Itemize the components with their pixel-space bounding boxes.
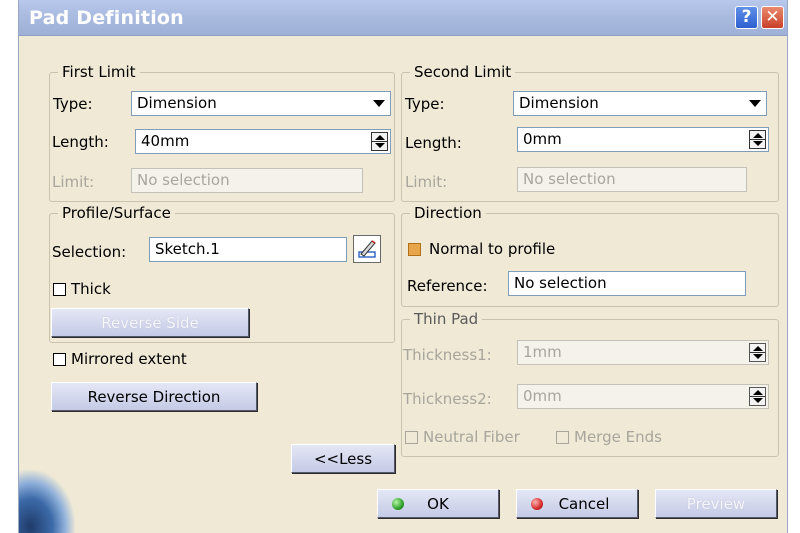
- ok-indicator-icon: [392, 498, 404, 510]
- thickness1-field: 1mm: [517, 340, 769, 365]
- direction-legend: Direction: [410, 203, 486, 223]
- cancel-indicator-icon: [531, 498, 543, 510]
- preview-button: Preview: [655, 489, 777, 518]
- cancel-label: Cancel: [558, 494, 610, 513]
- close-button[interactable]: ✕: [761, 6, 784, 29]
- thickness2-field: 0mm: [517, 384, 769, 409]
- thickness1-label: Thickness1:: [403, 346, 492, 364]
- selection-label: Selection:: [52, 243, 127, 261]
- second-limit-label: Limit:: [405, 173, 448, 191]
- reverse-side-label: Reverse Side: [101, 313, 199, 332]
- reverse-direction-button[interactable]: Reverse Direction: [51, 382, 257, 411]
- profile-surface-legend: Profile/Surface: [58, 203, 175, 223]
- thick-checkbox[interactable]: [53, 283, 66, 296]
- reference-field[interactable]: No selection: [508, 271, 746, 296]
- first-length-value: 40mm: [141, 132, 190, 150]
- first-type-value: Dimension: [137, 94, 217, 112]
- second-limit-value: No selection: [523, 170, 616, 188]
- second-length-label: Length:: [405, 134, 462, 152]
- ok-label: OK: [427, 494, 449, 513]
- thick-label: Thick: [71, 280, 111, 298]
- selection-field[interactable]: Sketch.1: [149, 237, 347, 262]
- pad-definition-dialog: Pad Definition ? ✕ First Limit Type: Dim…: [18, 0, 788, 533]
- sketcher-icon: [358, 240, 376, 258]
- first-limit-value: No selection: [137, 171, 230, 189]
- first-length-stepper[interactable]: [371, 132, 388, 151]
- second-type-value: Dimension: [519, 94, 599, 112]
- close-icon: ✕: [765, 7, 780, 27]
- second-limit-field: No selection: [517, 167, 747, 192]
- title-bar: Pad Definition ? ✕: [19, 0, 787, 36]
- second-length-field[interactable]: 0mm: [517, 127, 769, 152]
- dialog-title: Pad Definition: [29, 7, 184, 29]
- thickness2-stepper: [749, 387, 766, 406]
- reference-value: No selection: [514, 274, 607, 292]
- normal-to-profile-label: Normal to profile: [429, 240, 556, 258]
- cancel-button[interactable]: Cancel: [516, 489, 638, 518]
- thickness2-value: 0mm: [523, 387, 562, 405]
- first-length-field[interactable]: 40mm: [135, 129, 391, 154]
- first-limit-legend: First Limit: [58, 62, 140, 82]
- preview-label: Preview: [686, 494, 746, 513]
- background-globe-image: [19, 470, 75, 533]
- thickness2-label: Thickness2:: [403, 390, 492, 408]
- second-type-select[interactable]: Dimension: [513, 91, 767, 116]
- reverse-direction-label: Reverse Direction: [87, 387, 221, 406]
- less-label: <<Less: [313, 449, 373, 468]
- first-type-label: Type:: [53, 95, 93, 113]
- merge-ends-checkbox: [556, 431, 569, 444]
- neutral-fiber-label: Neutral Fiber: [423, 428, 520, 446]
- help-icon: ?: [741, 7, 752, 27]
- thin-pad-legend: Thin Pad: [410, 309, 483, 329]
- chevron-down-icon[interactable]: [370, 94, 388, 113]
- mirrored-extent-label: Mirrored extent: [71, 350, 187, 368]
- sketcher-button[interactable]: [353, 235, 381, 263]
- second-type-label: Type:: [405, 95, 445, 113]
- thickness1-stepper: [749, 343, 766, 362]
- normal-to-profile-checkbox[interactable]: [408, 243, 421, 256]
- second-length-value: 0mm: [523, 130, 562, 148]
- chevron-down-icon[interactable]: [746, 94, 764, 113]
- second-limit-legend: Second Limit: [410, 62, 516, 82]
- first-limit-label: Limit:: [52, 173, 95, 191]
- ok-button[interactable]: OK: [377, 489, 499, 518]
- reference-label: Reference:: [407, 277, 488, 295]
- selection-value: Sketch.1: [155, 240, 220, 258]
- thickness1-value: 1mm: [523, 343, 562, 361]
- less-button[interactable]: <<Less: [291, 444, 395, 473]
- first-limit-field: No selection: [131, 168, 363, 193]
- neutral-fiber-checkbox: [405, 431, 418, 444]
- first-type-select[interactable]: Dimension: [131, 91, 391, 116]
- mirrored-extent-checkbox[interactable]: [53, 353, 66, 366]
- help-button[interactable]: ?: [735, 6, 758, 29]
- merge-ends-label: Merge Ends: [574, 428, 662, 446]
- reverse-side-button: Reverse Side: [51, 308, 249, 337]
- second-length-stepper[interactable]: [749, 130, 766, 149]
- first-length-label: Length:: [52, 133, 109, 151]
